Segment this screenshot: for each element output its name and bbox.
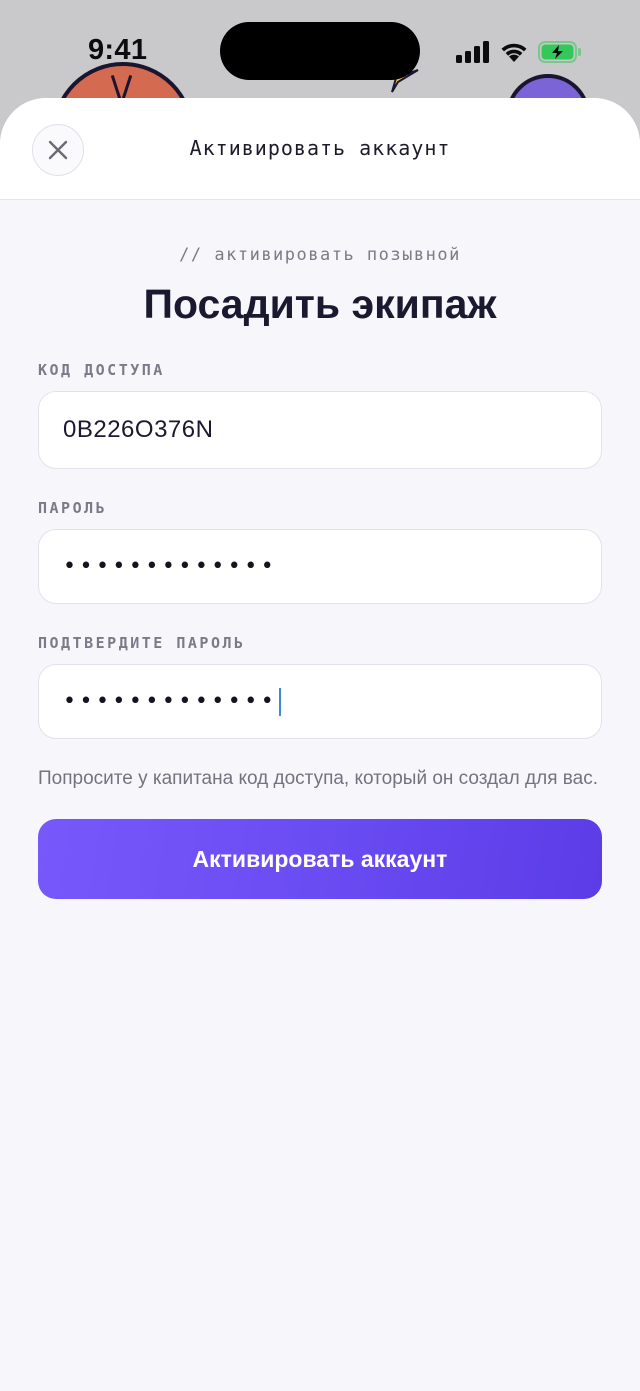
- sheet-title: Активировать аккаунт: [189, 136, 451, 160]
- access-code-input[interactable]: 0B226O376N: [38, 391, 602, 469]
- confirm-password-value: •••••••••••••: [63, 689, 278, 714]
- text-cursor: [279, 687, 282, 716]
- access-code-label: КОД ДОСТУПА: [38, 361, 165, 379]
- password-input[interactable]: •••••••••••••: [38, 529, 602, 604]
- confirm-password-label: ПОДТВЕРДИТЕ ПАРОЛЬ: [38, 634, 246, 652]
- access-code-value: 0B226O376N: [63, 416, 214, 443]
- status-bar: 9:41: [0, 0, 640, 100]
- page-title: Посадить экипаж: [143, 281, 497, 327]
- sheet-header: Активировать аккаунт: [0, 98, 640, 200]
- wifi-icon: [501, 43, 527, 62]
- activate-account-sheet: Активировать аккаунт // активировать поз…: [0, 98, 640, 1391]
- password-value: •••••••••••••: [63, 554, 278, 579]
- eyebrow-text: // активировать позывной: [179, 245, 461, 265]
- password-label: ПАРОЛЬ: [38, 499, 108, 517]
- activate-account-button[interactable]: Активировать аккаунт: [38, 819, 602, 899]
- confirm-password-input[interactable]: •••••••••••••: [38, 664, 602, 739]
- hint-text: Попросите у капитана код доступа, которы…: [38, 768, 599, 789]
- status-icons: [456, 38, 582, 66]
- dynamic-island: [220, 22, 420, 80]
- cellular-signal-icon: [456, 41, 489, 63]
- activation-form: // активировать позывной Посадить экипаж…: [0, 245, 640, 899]
- status-time: 9:41: [88, 34, 148, 66]
- battery-charging-icon: [538, 41, 581, 63]
